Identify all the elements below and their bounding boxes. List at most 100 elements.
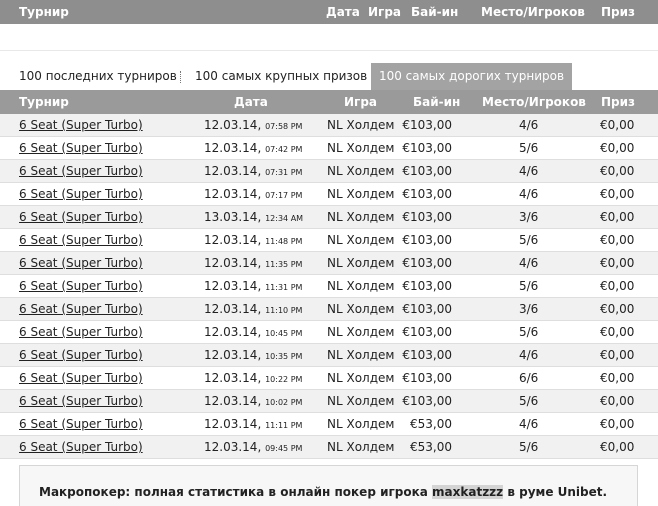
table-row: 6 Seat (Super Turbo) 12.03.14, 11:31 PM NL… — [0, 275, 658, 298]
date-cell: 13.03.14, 12:34 AM — [204, 210, 303, 224]
tournament-link[interactable]: 6 Seat (Super Turbo) — [19, 187, 143, 201]
time-value: 10:22 PM — [265, 375, 303, 384]
buyin-cell: €103,00 — [402, 325, 452, 339]
date-cell: 12.03.14, 07:42 PM — [204, 141, 302, 155]
date-value: 12.03.14, — [204, 440, 262, 454]
prize-cell: €0,00 — [600, 371, 635, 385]
tournament-name-cell: 6 Seat (Super Turbo) — [19, 118, 143, 132]
time-value: 11:10 PM — [265, 306, 303, 315]
buyin-cell: €103,00 — [402, 394, 452, 408]
date-value: 12.03.14, — [204, 118, 262, 132]
prize-cell: €0,00 — [600, 141, 635, 155]
date-value: 12.03.14, — [204, 371, 262, 385]
place-cell: 4/6 — [519, 187, 539, 201]
tournament-name-cell: 6 Seat (Super Turbo) — [19, 256, 143, 270]
tournament-link[interactable]: 6 Seat (Super Turbo) — [19, 210, 143, 224]
place-cell: 4/6 — [519, 417, 539, 431]
top-header-buyin: Бай-ин — [411, 5, 459, 19]
prize-cell: €0,00 — [600, 325, 635, 339]
prize-cell: €0,00 — [600, 279, 635, 293]
tab-recent-tournaments[interactable]: 100 последних турниров — [19, 63, 177, 90]
place-cell: 5/6 — [519, 279, 539, 293]
tournament-link[interactable]: 6 Seat (Super Turbo) — [19, 325, 143, 339]
table-row: 6 Seat (Super Turbo) 12.03.14, 07:17 PM NL… — [0, 183, 658, 206]
tournament-link[interactable]: 6 Seat (Super Turbo) — [19, 233, 143, 247]
time-value: 10:35 PM — [265, 352, 303, 361]
table-row: 6 Seat (Super Turbo) 12.03.14, 10:22 PM NL… — [0, 367, 658, 390]
buyin-cell: €103,00 — [402, 164, 452, 178]
footer-text: Макропокер: полная статистика в онлайн п… — [39, 485, 607, 499]
tournament-link[interactable]: 6 Seat (Super Turbo) — [19, 440, 143, 454]
buyin-cell: €103,00 — [402, 118, 452, 132]
place-cell: 5/6 — [519, 233, 539, 247]
tournament-name-cell: 6 Seat (Super Turbo) — [19, 233, 143, 247]
table-row: 6 Seat (Super Turbo) 12.03.14, 09:45 PM NL… — [0, 436, 658, 459]
table-row: 6 Seat (Super Turbo) 13.03.14, 12:34 AM NL… — [0, 206, 658, 229]
top-header-bar: Турнир Дата Игра Бай-ин Место/Игроков Пр… — [0, 0, 658, 24]
tournament-name-cell: 6 Seat (Super Turbo) — [19, 164, 143, 178]
tournament-link[interactable]: 6 Seat (Super Turbo) — [19, 118, 143, 132]
date-cell: 12.03.14, 11:48 PM — [204, 233, 302, 247]
date-cell: 12.03.14, 11:35 PM — [204, 256, 302, 270]
date-value: 12.03.14, — [204, 279, 262, 293]
time-value: 07:31 PM — [265, 168, 303, 177]
buyin-cell: €103,00 — [402, 256, 452, 270]
col-prize[interactable]: Приз — [601, 95, 635, 109]
place-cell: 5/6 — [519, 440, 539, 454]
table-row: 6 Seat (Super Turbo) 12.03.14, 10:35 PM NL… — [0, 344, 658, 367]
game-cell: NL Холдем — [327, 279, 395, 293]
col-game[interactable]: Игра — [344, 95, 377, 109]
footer-player-name[interactable]: maxkatzzz — [432, 485, 504, 499]
date-cell: 12.03.14, 10:45 PM — [204, 325, 302, 339]
game-cell: NL Холдем — [327, 256, 395, 270]
col-buyin[interactable]: Бай-ин — [413, 95, 460, 109]
top-header-tournament: Турнир — [19, 5, 69, 19]
footer-suffix: в руме Unibet. — [507, 485, 608, 499]
date-value: 12.03.14, — [204, 164, 262, 178]
date-cell: 12.03.14, 07:17 PM — [204, 187, 302, 201]
date-cell: 12.03.14, 07:58 PM — [204, 118, 302, 132]
buyin-cell: €103,00 — [402, 348, 452, 362]
col-place[interactable]: Место/Игроков — [482, 95, 586, 109]
tournament-name-cell: 6 Seat (Super Turbo) — [19, 440, 143, 454]
game-cell: NL Холдем — [327, 233, 395, 247]
prize-cell: €0,00 — [600, 417, 635, 431]
col-tournament[interactable]: Турнир — [19, 95, 69, 109]
tournament-link[interactable]: 6 Seat (Super Turbo) — [19, 302, 143, 316]
place-cell: 3/6 — [519, 210, 539, 224]
tournament-link[interactable]: 6 Seat (Super Turbo) — [19, 164, 143, 178]
prize-cell: €0,00 — [600, 302, 635, 316]
tournament-link[interactable]: 6 Seat (Super Turbo) — [19, 371, 143, 385]
tournament-link[interactable]: 6 Seat (Super Turbo) — [19, 279, 143, 293]
buyin-cell: €103,00 — [402, 210, 452, 224]
col-date[interactable]: Дата — [234, 95, 268, 109]
prize-cell: €0,00 — [600, 118, 635, 132]
time-value: 11:31 PM — [265, 283, 303, 292]
buyin-cell: €53,00 — [410, 417, 452, 431]
top-header-game: Игра — [368, 5, 401, 19]
game-cell: NL Холдем — [327, 187, 395, 201]
place-cell: 4/6 — [519, 118, 539, 132]
game-cell: NL Холдем — [327, 141, 395, 155]
tournament-name-cell: 6 Seat (Super Turbo) — [19, 187, 143, 201]
tab-largest-prizes[interactable]: 100 самых крупных призов — [195, 63, 367, 90]
tournament-link[interactable]: 6 Seat (Super Turbo) — [19, 417, 143, 431]
game-cell: NL Холдем — [327, 118, 395, 132]
date-cell: 12.03.14, 10:35 PM — [204, 348, 302, 362]
tournament-link[interactable]: 6 Seat (Super Turbo) — [19, 256, 143, 270]
buyin-cell: €103,00 — [402, 371, 452, 385]
tournament-link[interactable]: 6 Seat (Super Turbo) — [19, 141, 143, 155]
date-value: 13.03.14, — [204, 210, 262, 224]
place-cell: 5/6 — [519, 394, 539, 408]
table-row: 6 Seat (Super Turbo) 12.03.14, 11:48 PM NL… — [0, 229, 658, 252]
tournament-link[interactable]: 6 Seat (Super Turbo) — [19, 394, 143, 408]
tournament-name-cell: 6 Seat (Super Turbo) — [19, 371, 143, 385]
date-cell: 12.03.14, 11:11 PM — [204, 417, 302, 431]
date-value: 12.03.14, — [204, 325, 262, 339]
tab-most-expensive[interactable]: 100 самых дорогих турниров — [371, 63, 572, 90]
tournament-link[interactable]: 6 Seat (Super Turbo) — [19, 348, 143, 362]
date-value: 12.03.14, — [204, 187, 262, 201]
place-cell: 3/6 — [519, 302, 539, 316]
top-header-place: Место/Игроков — [481, 5, 585, 19]
time-value: 11:11 PM — [265, 421, 303, 430]
